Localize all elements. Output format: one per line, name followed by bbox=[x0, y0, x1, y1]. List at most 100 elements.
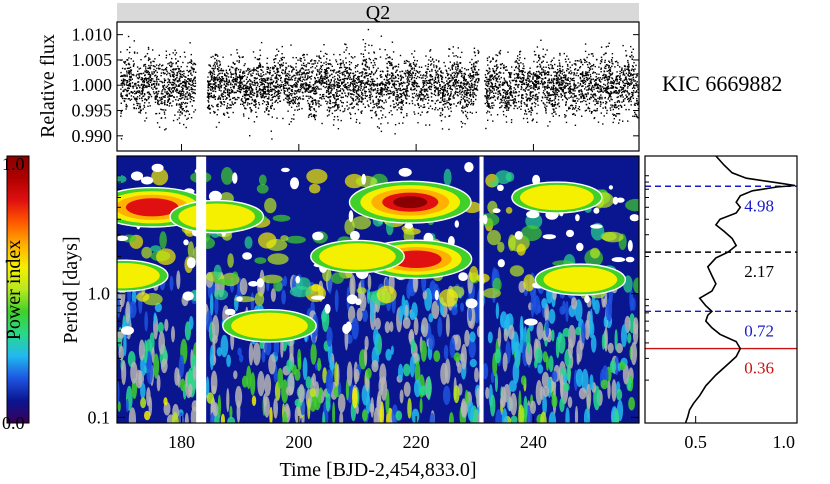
flux-point bbox=[415, 63, 418, 65]
flux-point bbox=[147, 46, 150, 49]
flux-point bbox=[395, 102, 398, 104]
flux-point bbox=[555, 88, 557, 90]
flux-point bbox=[292, 85, 294, 87]
flux-point bbox=[474, 84, 476, 86]
flux-point bbox=[408, 74, 410, 77]
flux-point bbox=[335, 61, 338, 63]
flux-point bbox=[188, 113, 191, 115]
flux-point bbox=[450, 88, 453, 90]
flux-point bbox=[370, 78, 373, 81]
flux-point bbox=[464, 93, 466, 95]
flux-point bbox=[466, 93, 468, 95]
flux-point bbox=[295, 57, 297, 59]
flux-point bbox=[507, 109, 510, 111]
flux-point bbox=[311, 59, 313, 61]
flux-point bbox=[328, 96, 331, 98]
flux-point bbox=[450, 85, 452, 87]
flux-point bbox=[227, 102, 229, 105]
flux-point bbox=[173, 68, 175, 70]
flux-point bbox=[436, 76, 439, 79]
flux-point bbox=[227, 94, 229, 96]
flux-point bbox=[350, 81, 352, 84]
flux-point bbox=[326, 109, 329, 111]
flux-point bbox=[600, 87, 602, 90]
flux-point bbox=[240, 103, 242, 105]
flux-point bbox=[339, 85, 341, 87]
flux-point bbox=[598, 66, 600, 68]
flux-point bbox=[288, 96, 290, 98]
flux-point bbox=[434, 69, 437, 72]
flux-point bbox=[320, 84, 322, 86]
flux-point bbox=[485, 83, 487, 85]
flux-point bbox=[337, 98, 339, 100]
flux-point bbox=[339, 79, 342, 81]
flux-point bbox=[186, 102, 189, 104]
flux-point bbox=[400, 98, 403, 101]
flux-point bbox=[562, 91, 564, 93]
flux-point bbox=[312, 63, 315, 65]
flux-point bbox=[333, 102, 336, 104]
flux-point bbox=[337, 81, 339, 84]
flux-point bbox=[144, 86, 147, 88]
flux-point bbox=[347, 75, 350, 77]
flux-point bbox=[126, 49, 128, 51]
flux-point bbox=[165, 54, 168, 57]
flux-point bbox=[426, 76, 428, 78]
flux-point bbox=[138, 73, 140, 75]
flux-point bbox=[560, 96, 562, 98]
flux-point bbox=[320, 104, 322, 106]
flux-point bbox=[509, 80, 511, 82]
flux-point bbox=[316, 65, 318, 67]
flux-point bbox=[289, 100, 292, 103]
flux-point bbox=[453, 62, 455, 64]
flux-point bbox=[211, 76, 213, 78]
flux-point bbox=[387, 87, 390, 89]
flux-point bbox=[319, 97, 321, 99]
flux-point bbox=[442, 89, 444, 91]
flux-point bbox=[636, 73, 639, 75]
flux-point bbox=[314, 83, 316, 85]
flux-point bbox=[259, 62, 261, 64]
flux-point bbox=[183, 94, 185, 96]
flux-point bbox=[169, 64, 171, 67]
flux-point bbox=[398, 102, 400, 104]
flux-point bbox=[400, 82, 402, 84]
flux-point bbox=[126, 93, 128, 96]
flux-point bbox=[332, 124, 335, 126]
flux-point bbox=[416, 86, 418, 88]
flux-point bbox=[380, 90, 382, 93]
flux-point bbox=[353, 83, 356, 85]
flux-point bbox=[142, 81, 144, 83]
flux-point bbox=[570, 70, 572, 72]
flux-point bbox=[336, 77, 339, 80]
flux-point bbox=[310, 96, 312, 99]
flux-point bbox=[429, 81, 431, 84]
flux-point bbox=[473, 62, 475, 65]
flux-point bbox=[348, 67, 351, 69]
flux-point bbox=[397, 95, 399, 98]
figure: Q2 1.0101.0051.0000.9950.990 Relative fl… bbox=[2, 2, 798, 481]
flux-point bbox=[152, 60, 154, 62]
flux-point bbox=[237, 82, 239, 84]
flux-point bbox=[158, 103, 160, 106]
flux-point bbox=[517, 85, 519, 87]
flux-point bbox=[362, 82, 364, 84]
flux-point bbox=[173, 82, 176, 84]
flux-point bbox=[431, 75, 434, 78]
flux-point bbox=[488, 56, 490, 58]
flux-point bbox=[339, 72, 341, 74]
flux-point bbox=[291, 66, 293, 68]
flux-point bbox=[120, 79, 123, 82]
flux-point bbox=[397, 94, 399, 96]
flux-point bbox=[346, 46, 348, 49]
flux-point bbox=[167, 63, 169, 65]
flux-point bbox=[386, 54, 388, 56]
flux-point bbox=[370, 83, 372, 86]
flux-point bbox=[248, 117, 250, 120]
flux-point bbox=[128, 67, 130, 69]
flux-point bbox=[396, 93, 398, 96]
flux-point bbox=[238, 86, 240, 89]
flux-point bbox=[121, 86, 124, 88]
flux-point bbox=[225, 80, 228, 82]
flux-point bbox=[390, 62, 392, 64]
